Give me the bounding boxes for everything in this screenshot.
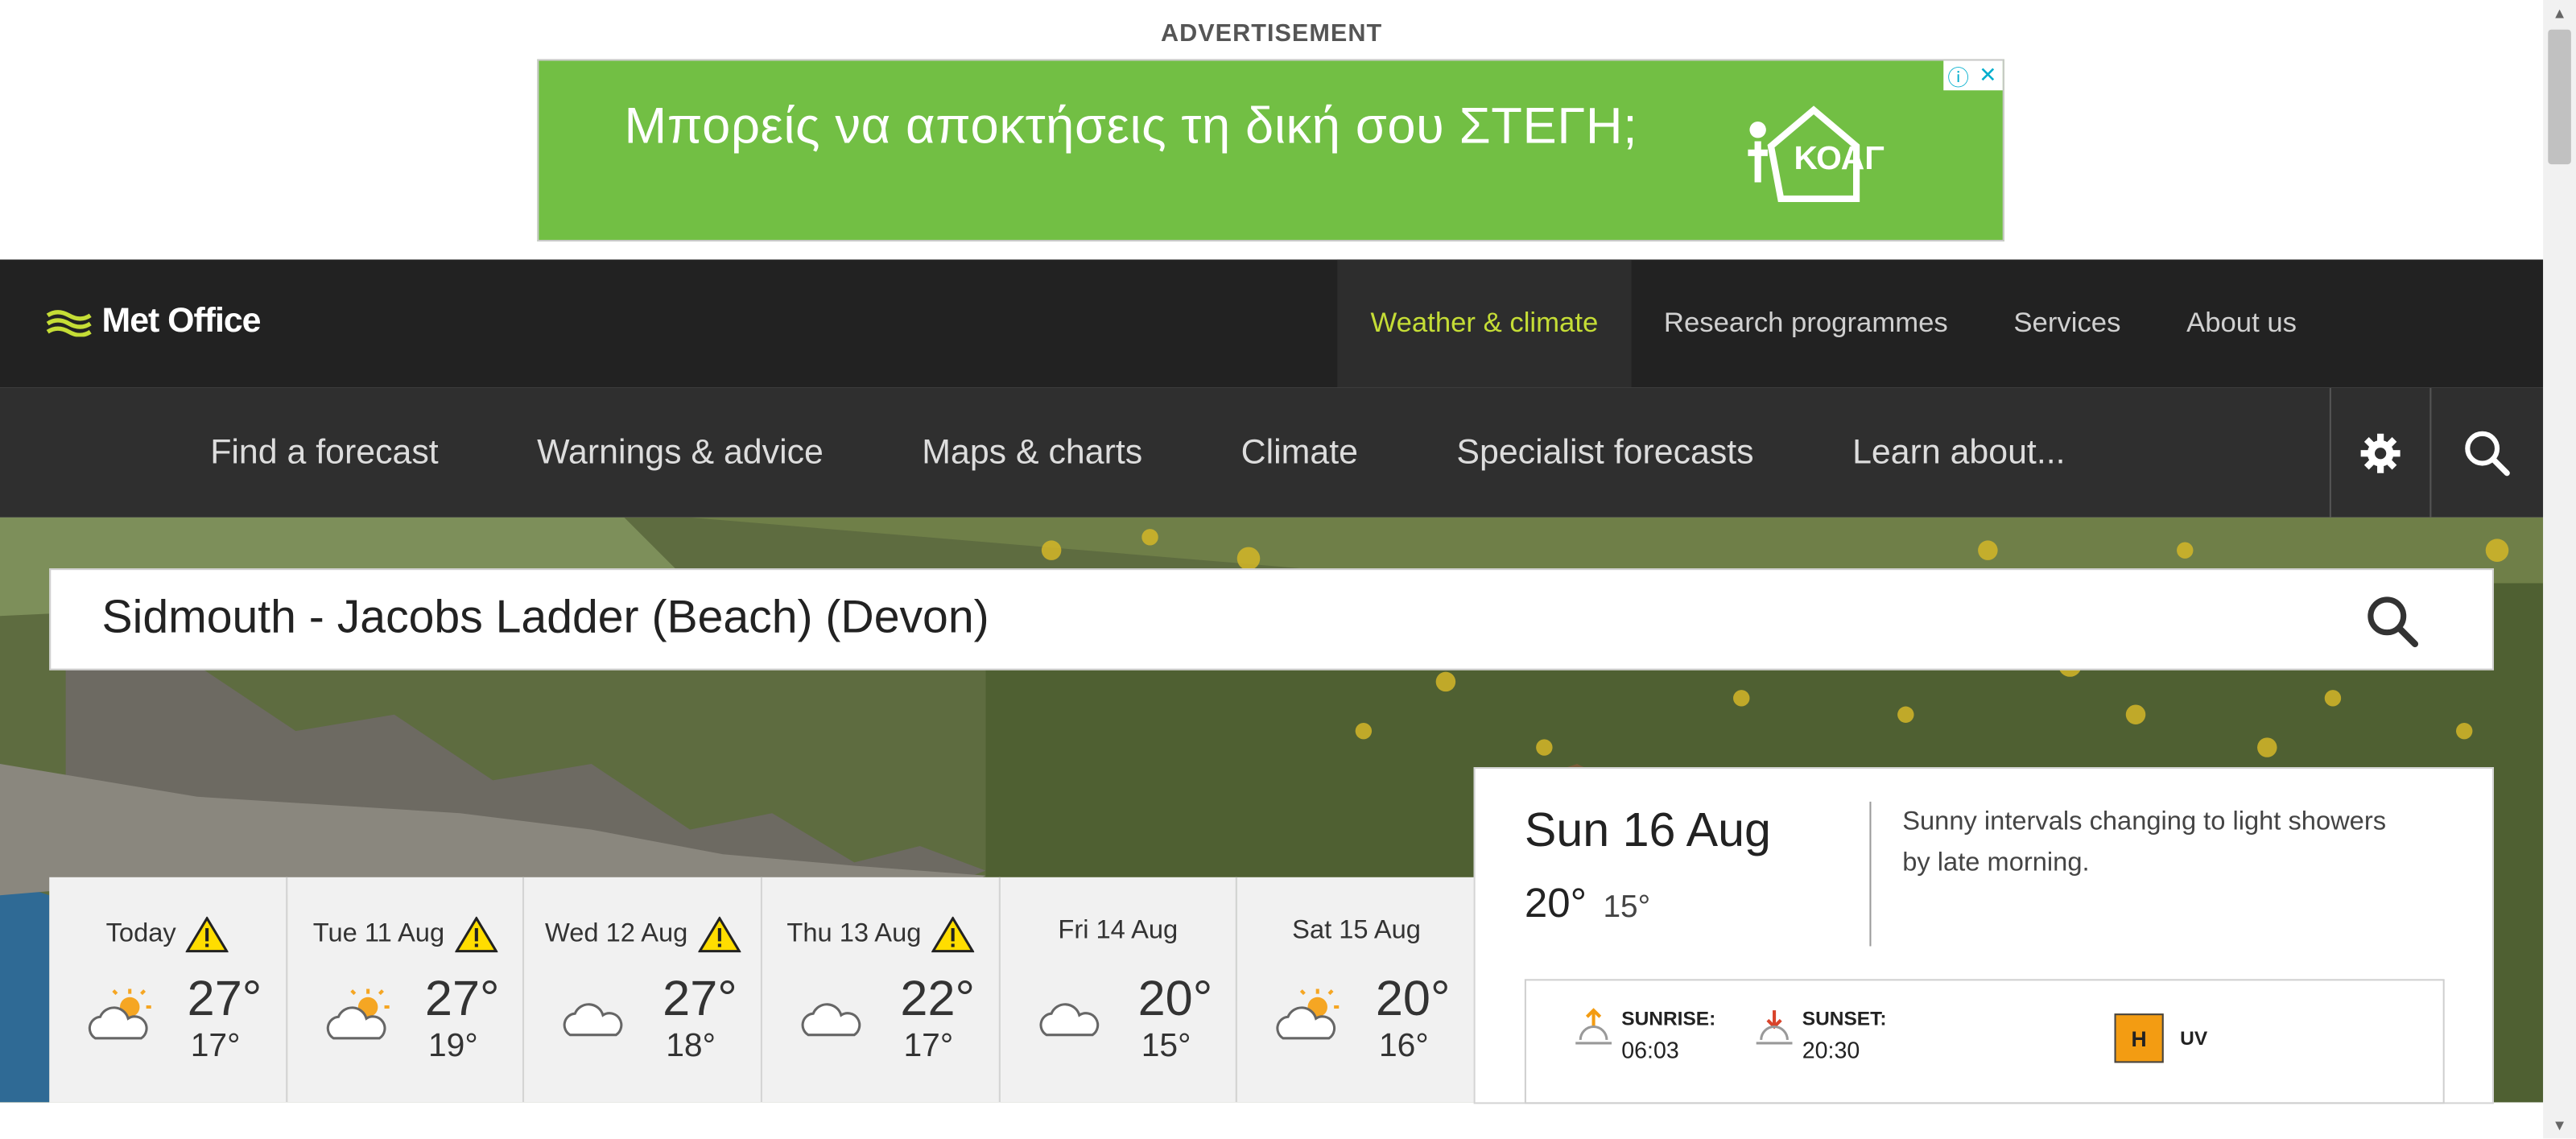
forecast-day-tabs: Today 27° 17° Tue 11 Aug 27° 19° Wed 12 … bbox=[49, 877, 1476, 1103]
subnav-specialist-forecasts[interactable]: Specialist forecasts bbox=[1407, 388, 1803, 518]
sunset-time: 20:30 bbox=[1802, 1036, 1860, 1063]
sunny-intervals-icon bbox=[88, 988, 151, 1040]
location-search-field[interactable]: Sidmouth - Jacobs Ladder (Beach) (Devon) bbox=[49, 568, 2494, 671]
cloudy-icon bbox=[801, 1003, 861, 1037]
forecast-low-temp: 17° bbox=[190, 1028, 241, 1065]
forecast-low-temp: 19° bbox=[427, 1028, 478, 1065]
cloudy-icon bbox=[564, 1003, 624, 1037]
page-scrollbar[interactable]: ▲ ▼ bbox=[2543, 0, 2576, 1139]
uv-label: UV bbox=[2180, 1026, 2208, 1050]
scroll-up-arrow-icon[interactable]: ▲ bbox=[2543, 0, 2576, 27]
subnav-climate[interactable]: Climate bbox=[1191, 388, 1407, 518]
nav-weather-climate[interactable]: Weather & climate bbox=[1337, 259, 1632, 388]
detail-date: Sun 16 Aug bbox=[1524, 804, 1771, 858]
nav-about-us[interactable]: About us bbox=[2153, 259, 2330, 387]
warning-icon bbox=[697, 916, 741, 953]
sunrise-time: 06:03 bbox=[1621, 1036, 1679, 1063]
forecast-tab[interactable]: Tue 11 Aug 27° 19° bbox=[287, 877, 525, 1103]
brand-name: Met Office bbox=[101, 302, 262, 340]
ad-controls: ⓘ ✕ bbox=[1943, 60, 2003, 91]
forecast-detail-panel: Sun 16 Aug 20° 15° Sunny intervals chang… bbox=[1473, 767, 2494, 1104]
sun-uv-info: SUNRISE: 06:03 SUNSET: 20:30 H UV bbox=[1524, 979, 2445, 1104]
forecast-high-temp: 20° bbox=[1137, 972, 1213, 1027]
ad-label: ADVERTISEMENT bbox=[1160, 19, 1383, 48]
logo-waves-icon bbox=[46, 310, 92, 337]
warning-icon bbox=[454, 916, 497, 953]
info-icon[interactable]: ⓘ bbox=[1943, 61, 1973, 91]
nav-research-programmes[interactable]: Research programmes bbox=[1631, 259, 1980, 387]
detail-summary: Sunny intervals changing to light shower… bbox=[1902, 808, 2387, 877]
forecast-tab[interactable]: Sat 15 Aug 20° 16° bbox=[1237, 877, 1476, 1103]
forecast-high-temp: 27° bbox=[187, 972, 262, 1027]
sunrise-label: SUNRISE: bbox=[1621, 1007, 1716, 1030]
gear-icon bbox=[2360, 432, 2401, 473]
forecast-day-label: Sat 15 Aug bbox=[1292, 916, 1421, 945]
sunset-icon bbox=[1756, 1010, 1793, 1045]
secondary-nav: Find a forecast Warnings & advice Maps &… bbox=[0, 387, 2544, 518]
warning-icon bbox=[931, 916, 974, 953]
ad-logo-text: ΚΟΑΓ bbox=[1794, 139, 1885, 176]
forecast-tab[interactable]: Today 27° 17° bbox=[49, 877, 287, 1103]
subnav-warnings-advice[interactable]: Warnings & advice bbox=[488, 388, 873, 518]
forecast-low-temp: 18° bbox=[666, 1028, 716, 1065]
warning-icon bbox=[185, 916, 229, 953]
forecast-day-label: Thu 13 Aug bbox=[786, 919, 922, 948]
uv-level-badge: H bbox=[2114, 1013, 2164, 1063]
ad-text: Μπορείς να αποκτήσεις τη δική σου ΣΤΕΓΗ; bbox=[624, 97, 1638, 155]
forecast-high-temp: 22° bbox=[900, 972, 975, 1027]
top-header: Met Office Weather & climate Research pr… bbox=[0, 259, 2544, 388]
cloudy-icon bbox=[1038, 1003, 1099, 1037]
forecast-tab[interactable]: Thu 13 Aug 22° 17° bbox=[762, 877, 1001, 1103]
forecast-day-label: Wed 12 Aug bbox=[545, 919, 688, 948]
settings-button[interactable] bbox=[2329, 387, 2429, 518]
detail-low-temp: 15° bbox=[1603, 890, 1651, 925]
met-office-logo[interactable]: Met Office bbox=[46, 302, 262, 342]
forecast-tab[interactable]: Fri 14 Aug 20° 15° bbox=[1000, 877, 1238, 1103]
forecast-high-temp: 27° bbox=[663, 972, 737, 1027]
location-search-value: Sidmouth - Jacobs Ladder (Beach) (Devon) bbox=[101, 591, 989, 642]
forecast-high-temp: 27° bbox=[424, 972, 500, 1027]
nav-services[interactable]: Services bbox=[1981, 259, 2154, 387]
subnav-find-forecast[interactable]: Find a forecast bbox=[161, 388, 488, 518]
scroll-down-arrow-icon[interactable]: ▼ bbox=[2543, 1112, 2576, 1139]
ad-logo: ΚΟΑΓ bbox=[1741, 97, 1926, 212]
scrollbar-thumb[interactable] bbox=[2548, 29, 2571, 165]
close-icon[interactable]: ✕ bbox=[1973, 61, 2003, 91]
forecast-day-label: Tue 11 Aug bbox=[312, 919, 445, 948]
search-icon bbox=[2368, 596, 2419, 648]
forecast-low-temp: 17° bbox=[903, 1028, 954, 1065]
forecast-day-label: Today bbox=[105, 919, 176, 948]
subnav-learn-about[interactable]: Learn about... bbox=[1803, 388, 2115, 518]
ad-banner[interactable]: Μπορείς να αποκτήσεις τη δική σου ΣΤΕΓΗ;… bbox=[537, 59, 2004, 241]
sunrise-icon bbox=[1575, 1008, 1612, 1045]
location-search-button[interactable] bbox=[2364, 593, 2423, 652]
forecast-day-label: Fri 14 Aug bbox=[1058, 916, 1179, 945]
forecast-tab[interactable]: Wed 12 Aug 27° 18° bbox=[524, 877, 762, 1103]
subnav-maps-charts[interactable]: Maps & charts bbox=[873, 388, 1191, 518]
search-icon bbox=[2465, 430, 2510, 476]
header-search-button[interactable] bbox=[2429, 387, 2543, 518]
detail-high-temp: 20° bbox=[1524, 880, 1587, 927]
sunset-label: SUNSET: bbox=[1802, 1007, 1887, 1030]
top-nav: Weather & climate Research programmes Se… bbox=[1337, 259, 2330, 388]
sunny-intervals-icon bbox=[326, 988, 389, 1040]
forecast-low-temp: 15° bbox=[1141, 1028, 1191, 1065]
forecast-high-temp: 20° bbox=[1375, 972, 1451, 1027]
forecast-low-temp: 16° bbox=[1378, 1028, 1429, 1065]
sunny-intervals-icon bbox=[1277, 988, 1340, 1040]
detail-divider bbox=[1869, 801, 1872, 947]
